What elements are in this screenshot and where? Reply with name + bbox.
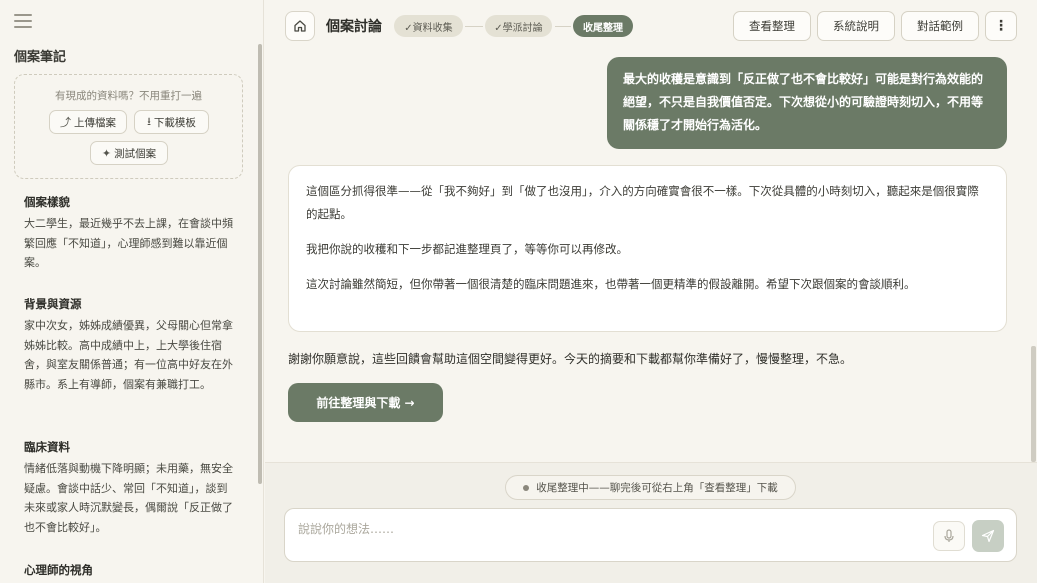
assistant-message: 這個區分抓得很準——從「我不夠好」到「做了也沒用」，介入的方向確實會很不一樣。下… <box>288 165 1007 332</box>
more-options-button[interactable]: ⋮ <box>985 11 1017 41</box>
status-dot-icon <box>523 484 530 491</box>
dialog-example-button[interactable]: 對話範例 <box>901 11 979 41</box>
download-template-label: 下載模板 <box>153 116 196 129</box>
section-heading: 心理師的視角 <box>24 563 93 577</box>
send-icon <box>981 529 995 543</box>
download-template-button[interactable]: ⭳ 下載模板 <box>134 110 209 134</box>
message-composer <box>284 508 1017 562</box>
step-school-discussion: ✓學派討論 <box>485 15 552 37</box>
background-section: 背景與資源 家中次女，姊姊成績優異，父母關心但常拿姊姊比較。高中成績中上，上大學… <box>24 296 236 394</box>
view-summary-button[interactable]: 查看整理 <box>733 11 811 41</box>
status-badge: 收尾整理中——聊完後可從右上角「查看整理」下載 <box>505 475 796 500</box>
message-input[interactable] <box>298 519 918 539</box>
user-message: 最大的收穫是意識到「反正做了也不會比較好」可能是對行為效能的絕望，不只是自我價值… <box>607 57 1007 149</box>
composer-area: 收尾整理中——聊完後可從右上角「查看整理」下載 <box>265 462 1037 583</box>
case-profile-section: 個案樣貌 大二學生，最近幾乎不去上課，在會談中頻繁回應「不知道」，心理師感到難以… <box>24 194 236 273</box>
upload-hint: 有現成的資料嗎？不用重打一遍 <box>55 90 202 102</box>
download-icon: ⭳ <box>147 114 151 128</box>
go-to-summary-button[interactable]: 前往整理與下載 → <box>288 383 443 422</box>
therapist-view-section: 心理師的視角 <box>24 562 236 582</box>
section-heading: 個案樣貌 <box>24 195 70 209</box>
step-connector <box>465 26 483 27</box>
clinical-data-section: 臨床資料 情緒低落與動機下降明顯；未用藥，無安全疑慮。會談中話少、常回「不知道」… <box>24 439 236 537</box>
send-button[interactable] <box>972 520 1004 552</box>
sidebar: 個案筆記 有現成的資料嗎？不用重打一遍 ⤴ 上傳檔案 ⭳ 下載模板 ✦ 測試個案… <box>0 0 264 583</box>
step-connector <box>555 26 571 27</box>
sidebar-scrollbar[interactable] <box>258 44 262 484</box>
sparkle-icon: ✦ <box>101 146 112 160</box>
step-data-collection: ✓資料收集 <box>394 15 463 37</box>
upload-file-button[interactable]: ⤴ 上傳檔案 <box>49 110 127 134</box>
section-heading: 臨床資料 <box>24 440 70 454</box>
upload-icon: ⤴ <box>60 116 71 129</box>
home-button[interactable] <box>285 11 315 41</box>
assistant-paragraph: 這個區分抓得很準——從「我不夠好」到「做了也沒用」，介入的方向確實會很不一樣。下… <box>306 184 979 221</box>
section-body: 家中次女，姊姊成績優異，父母關心但常拿姊姊比較。高中成績中上，上大學後住宿舍，與… <box>24 319 233 391</box>
upload-dropzone[interactable]: 有現成的資料嗎？不用重打一遍 ⤴ 上傳檔案 ⭳ 下載模板 ✦ 測試個案 <box>14 74 243 179</box>
upload-file-label: 上傳檔案 <box>74 116 116 129</box>
closing-message: 謝謝你願意說，這些回饋會幫助這個空間變得更好。今天的摘要和下載都幫你準備好了，慢… <box>288 352 853 366</box>
system-help-button[interactable]: 系統說明 <box>817 11 895 41</box>
sidebar-title: 個案筆記 <box>14 50 67 65</box>
voice-input-button[interactable] <box>933 521 965 551</box>
top-bar: 個案討論 ✓資料收集 ✓學派討論 收尾整理 查看整理 系統說明 對話範例 ⋮ <box>265 0 1037 52</box>
test-case-label: 測試個案 <box>114 147 157 160</box>
kebab-menu-icon: ⋮ <box>994 18 1008 34</box>
step-wrap-up: 收尾整理 <box>573 15 633 37</box>
assistant-paragraph: 我把你說的收穫和下一步都記進整理頁了，等等你可以再修改。 <box>306 242 628 256</box>
section-body: 情緒低落與動機下降明顯；未用藥，無安全疑慮。會談中話少、常回「不知道」，談到未來… <box>24 462 233 534</box>
home-icon <box>294 20 306 32</box>
chat-scrollbar[interactable] <box>1031 346 1036 462</box>
page-title: 個案討論 <box>326 19 382 35</box>
section-heading: 背景與資源 <box>24 297 82 311</box>
menu-icon[interactable] <box>14 14 32 30</box>
status-text: 收尾整理中——聊完後可從右上角「查看整理」下載 <box>536 482 778 494</box>
test-case-button[interactable]: ✦ 測試個案 <box>90 141 168 165</box>
microphone-icon <box>944 529 954 542</box>
assistant-paragraph: 這次討論雖然簡短，但你帶著一個很清楚的臨床問題進來，也帶著一個更精準的假設離開。… <box>306 277 916 291</box>
chat-area: 最大的收穫是意識到「反正做了也不會比較好」可能是對行為效能的絕望，不只是自我價值… <box>265 52 1037 462</box>
section-body: 大二學生，最近幾乎不去上課，在會談中頻繁回應「不知道」，心理師感到難以靠近個案。 <box>24 217 233 269</box>
